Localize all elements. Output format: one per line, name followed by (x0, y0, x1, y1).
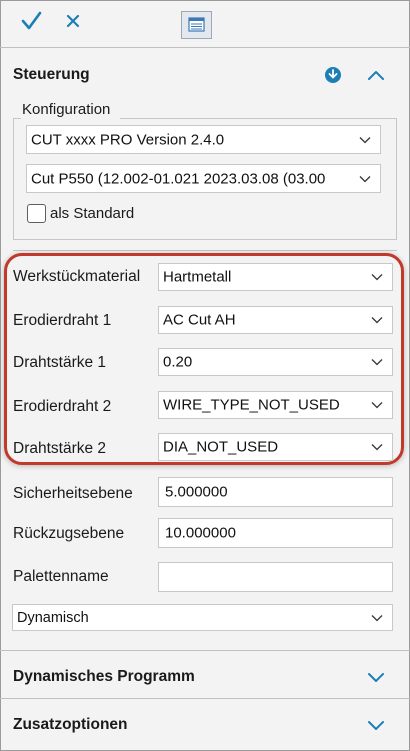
check-icon[interactable] (20, 10, 42, 32)
field-label-drahtstaerke-1: Drahtstärke 1 (13, 354, 107, 371)
chevron-down-icon[interactable] (366, 718, 386, 732)
mode-select[interactable]: Dynamisch (12, 604, 393, 631)
chevron-down-icon (371, 614, 383, 621)
field-label-palettenname: Palettenname (13, 568, 109, 585)
erodierdraht-2-value: WIRE_TYPE_NOT_USED (163, 396, 340, 414)
chevron-up-icon[interactable] (366, 68, 386, 82)
als-standard-label: als Standard (50, 205, 135, 222)
divider (13, 250, 397, 251)
form-icon[interactable] (181, 11, 212, 39)
drahtstaerke-1-select[interactable]: 0.20 (158, 348, 393, 376)
close-icon[interactable] (64, 12, 82, 30)
drahtstaerke-2-select[interactable]: DIA_NOT_USED (158, 433, 393, 461)
mode-select-value: Dynamisch (17, 609, 89, 626)
section-title-zusatzoptionen[interactable]: Zusatzoptionen (13, 716, 128, 734)
sicherheitsebene-input[interactable]: 5.000000 (158, 477, 393, 507)
section-title-steuerung: Steuerung (13, 66, 90, 83)
werkstueckmaterial-select[interactable]: Hartmetall (158, 263, 393, 291)
toolbar-divider (0, 47, 410, 48)
drahtstaerke-1-value: 0.20 (163, 353, 193, 371)
palettenname-input[interactable] (158, 562, 393, 592)
chevron-down-icon (371, 317, 383, 324)
werkstueckmaterial-value: Hartmetall (163, 268, 232, 286)
chevron-down-icon[interactable] (366, 670, 386, 684)
chevron-down-icon (371, 444, 383, 451)
divider (0, 698, 410, 699)
field-label-sicherheitsebene: Sicherheitsebene (13, 485, 133, 502)
chevron-down-icon (371, 274, 383, 281)
field-label-drahtstaerke-2: Drahtstärke 2 (13, 440, 107, 457)
chevron-down-icon (371, 359, 383, 366)
download-icon[interactable] (324, 66, 342, 84)
machine-select-value: Cut P550 (12.002-01.021 2023.03.08 (03.0… (31, 170, 326, 187)
drahtstaerke-2-value: DIA_NOT_USED (163, 438, 279, 456)
chevron-down-icon (371, 402, 383, 409)
machine-select[interactable]: Cut P550 (12.002-01.021 2023.03.08 (03.0… (26, 164, 381, 193)
konfiguration-legend: Konfiguration (22, 101, 111, 118)
toolbar (0, 0, 410, 46)
version-select-value: CUT xxxx PRO Version 2.4.0 (31, 131, 225, 148)
field-label-erodierdraht-2: Erodierdraht 2 (13, 398, 112, 415)
sicherheitsebene-value: 5.000000 (165, 483, 228, 501)
rueckzugsebene-value: 10.000000 (165, 524, 236, 542)
rueckzugsebene-input[interactable]: 10.000000 (158, 518, 393, 548)
version-select[interactable]: CUT xxxx PRO Version 2.4.0 (26, 125, 381, 154)
field-label-rueckzugsebene: Rückzugsebene (13, 525, 125, 542)
chevron-down-icon (359, 175, 371, 182)
als-standard-checkbox[interactable] (27, 204, 46, 223)
field-label-werkstueckmaterial: Werkstückmaterial (13, 268, 141, 285)
chevron-down-icon (359, 136, 371, 143)
field-label-erodierdraht-1: Erodierdraht 1 (13, 312, 112, 329)
erodierdraht-2-select[interactable]: WIRE_TYPE_NOT_USED (158, 391, 393, 419)
section-title-dynamisches-programm[interactable]: Dynamisches Programm (13, 668, 195, 686)
divider (0, 650, 410, 651)
erodierdraht-1-value: AC Cut AH (163, 311, 236, 329)
erodierdraht-1-select[interactable]: AC Cut AH (158, 306, 393, 334)
